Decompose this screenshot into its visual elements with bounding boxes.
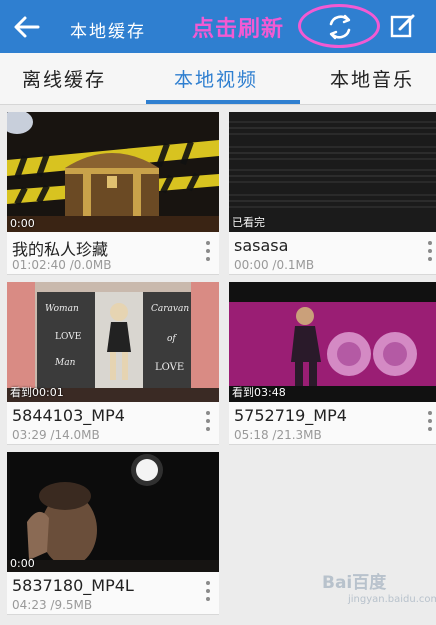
refresh-icon[interactable] [324, 11, 356, 43]
thumbnail-text: Man [55, 358, 76, 368]
video-meta: 01:02:40 /0.0MB [12, 258, 112, 272]
thumbnail-text: LOVE [155, 362, 185, 373]
more-options-icon[interactable] [427, 241, 433, 267]
back-arrow-icon[interactable] [10, 10, 44, 44]
video-status: 0:00 [10, 217, 35, 230]
video-meta: 04:23 /9.5MB [12, 598, 93, 612]
more-options-icon[interactable] [205, 411, 211, 437]
more-options-icon[interactable] [427, 411, 433, 437]
video-title: sasasa [234, 236, 289, 255]
video-meta: 05:18 /21.3MB [234, 428, 322, 442]
video-thumbnail[interactable]: 0:00 [7, 112, 219, 232]
thumbnail-text: Caravan [151, 304, 190, 314]
video-card[interactable]: 0:00 5837180_MP4L 04:23 /9.5MB [7, 452, 219, 615]
thumbnail-text: Woman [45, 304, 79, 314]
video-status: 看到00:01 [10, 386, 64, 399]
annotation-text: 点击刷新 [192, 17, 285, 42]
tab-local-video[interactable]: 本地视频 [174, 65, 258, 92]
video-title: 我的私人珍藏 [12, 240, 109, 259]
edit-icon[interactable] [388, 11, 418, 41]
video-card[interactable]: 已看完 sasasa 00:00 /0.1MB [229, 112, 436, 275]
video-meta: 00:00 /0.1MB [234, 258, 315, 272]
video-title: 5837180_MP4L [12, 576, 134, 595]
video-thumbnail[interactable]: Woman LOVE Man Caravan of LOVE 看到00:01 [7, 282, 219, 402]
page-title: 本地缓存 [70, 22, 146, 42]
video-status: 0:00 [10, 557, 35, 570]
video-card[interactable]: 0:00 我的私人珍藏 01:02:40 /0.0MB [7, 112, 219, 275]
tab-bar: 离线缓存 本地视频 本地音乐 [0, 53, 436, 105]
video-status: 已看完 [232, 216, 265, 229]
video-thumbnail[interactable]: 看到03:48 [229, 282, 436, 402]
top-bar: 本地缓存 点击刷新 [0, 0, 436, 53]
video-status: 看到03:48 [232, 386, 286, 399]
more-options-icon[interactable] [205, 581, 211, 607]
tab-offline-cache[interactable]: 离线缓存 [22, 65, 106, 92]
video-thumbnail[interactable]: 0:00 [7, 452, 219, 572]
thumbnail-text: LOVE [55, 332, 82, 342]
active-tab-indicator [146, 100, 300, 104]
more-options-icon[interactable] [205, 241, 211, 267]
video-thumbnail[interactable]: 已看完 [229, 112, 436, 232]
tab-local-music[interactable]: 本地音乐 [330, 65, 414, 92]
video-card[interactable]: 看到03:48 5752719_MP4 05:18 /21.3MB [229, 282, 436, 445]
watermark-url: jingyan.baidu.com [348, 594, 436, 605]
watermark-logo: Bai百度 [322, 573, 387, 593]
video-title: 5844103_MP4 [12, 406, 125, 425]
video-card[interactable]: Woman LOVE Man Caravan of LOVE 看到00:01 5… [7, 282, 219, 445]
thumbnail-text: of [167, 334, 176, 344]
video-meta: 03:29 /14.0MB [12, 428, 100, 442]
video-title: 5752719_MP4 [234, 406, 347, 425]
